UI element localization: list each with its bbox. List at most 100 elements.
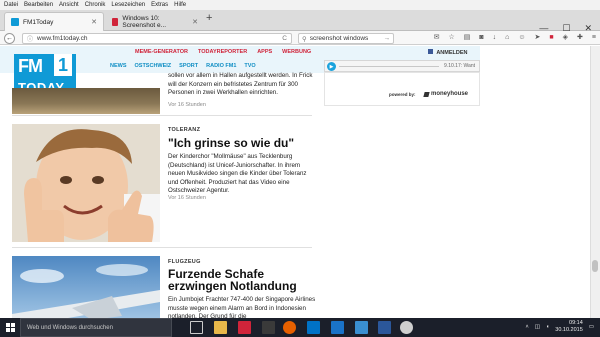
tab-strip: FM1Today ✕ Windows 10: Screenshot e... ✕… (0, 10, 600, 33)
menu-extras[interactable]: Extras (151, 0, 168, 10)
extension-icon[interactable]: ✚ (577, 33, 583, 41)
firefox-icon[interactable] (283, 321, 296, 334)
photos-icon[interactable] (355, 321, 368, 334)
article-image[interactable] (12, 124, 160, 242)
moneyhouse-label: moneyhouse (431, 91, 469, 97)
tab-fm1today[interactable]: FM1Today ✕ (4, 12, 104, 31)
pocket-icon[interactable]: ◙ (479, 34, 483, 41)
article-lead: sollen vor allem in Hallen aufgestellt w… (168, 72, 313, 97)
article-time: Vor 16 Stunden (168, 195, 206, 201)
child-thumbs-up-photo (12, 124, 160, 242)
tab-title: FM1Today (23, 18, 54, 26)
addon-icon[interactable]: ◈ (563, 33, 568, 41)
filezilla-icon[interactable] (238, 321, 251, 334)
nav-news[interactable]: NEWS (110, 63, 127, 69)
navigation-bar: ← ⓘ www.fm1today.ch C ⚲ screenshot windo… (0, 31, 600, 45)
bookmarks-icon[interactable]: ▤ (464, 33, 471, 41)
moneyhouse-mark-icon (423, 91, 430, 97)
tab-windows-screenshot[interactable]: Windows 10: Screenshot e... ✕ (106, 12, 204, 31)
chevron-up-icon[interactable]: ˄ (526, 324, 529, 330)
article-image[interactable] (12, 256, 160, 318)
search-input[interactable]: ⚲ screenshot windows → (298, 33, 394, 44)
clock[interactable]: 09:14 30.10.2015 (555, 320, 583, 334)
article-image[interactable] (12, 88, 160, 114)
start-button[interactable] (0, 318, 20, 337)
reload-icon[interactable]: C (282, 35, 287, 42)
pdf-icon[interactable]: ■ (549, 34, 553, 41)
word-icon[interactable] (378, 321, 391, 334)
nav-sport[interactable]: SPORT (179, 63, 198, 69)
article-lead: Der Kinderchor "Mollmäuse" aus Tecklenbu… (168, 153, 307, 195)
facebook-icon (428, 49, 433, 54)
web-page: MEME-GENERATOR TODAYREPORTER APPS WERBUN… (0, 46, 590, 318)
article-category: TOLERANZ (168, 127, 201, 133)
taskbar-search-input[interactable]: Web und Windows durchsuchen (20, 318, 172, 337)
play-button[interactable]: ▶ (327, 62, 336, 71)
home-icon[interactable]: ⌂ (505, 34, 509, 41)
divider (12, 247, 312, 248)
link-apps[interactable]: APPS (257, 49, 272, 55)
search-value: screenshot windows (309, 35, 369, 42)
powered-by-label: powered by: (389, 92, 416, 97)
system-tray: ˄ ◫ ◖ 09:14 30.10.2015 ▭ (526, 320, 594, 334)
url-text: www.fm1today.ch (37, 35, 88, 42)
task-view-icon[interactable] (190, 321, 203, 334)
sub-navigation: NEWS OSTSCHWEIZ SPORT RADIO FM1 TVO (110, 63, 256, 69)
link-meme-generator[interactable]: MEME-GENERATOR (135, 49, 188, 55)
back-button[interactable]: ← (4, 33, 15, 44)
download-icon[interactable]: ↓ (493, 34, 497, 41)
menu-datei[interactable]: Datei (4, 0, 18, 10)
file-explorer-icon[interactable] (214, 321, 227, 334)
page-scrollbar[interactable] (590, 46, 600, 318)
terminal-icon[interactable] (262, 321, 275, 334)
notifications-icon[interactable]: ▭ (589, 324, 594, 330)
address-bar[interactable]: ⓘ www.fm1today.ch C (22, 33, 292, 44)
link-todayreporter[interactable]: TODAYREPORTER (198, 49, 247, 55)
tab-title: Windows 10: Screenshot e... (122, 14, 167, 29)
player-progress-track (339, 66, 439, 67)
menu-bearbeiten[interactable]: Bearbeiten (24, 0, 53, 10)
logo-one: 1 (54, 54, 72, 76)
network-icon[interactable]: ◫ (535, 324, 540, 330)
menu-icon[interactable]: ≡ (592, 34, 596, 41)
nav-ostschweiz[interactable]: OSTSCHWEIZ (135, 63, 172, 69)
article-headline[interactable]: "Ich grinse so wie du" (168, 137, 318, 149)
volume-icon[interactable]: ◖ (546, 324, 549, 330)
news-favicon-icon (112, 17, 119, 26)
login-link[interactable]: ANMELDEN (428, 49, 468, 56)
windows-taskbar: Web und Windows durchsuchen ˄ ◫ ◖ 09:14 … (0, 318, 600, 337)
top-links: MEME-GENERATOR TODAYREPORTER APPS WERBUN… (135, 49, 311, 55)
send-icon[interactable]: ➤ (535, 33, 541, 41)
login-label: ANMELDEN (436, 50, 468, 56)
menu-hilfe[interactable]: Hilfe (174, 0, 186, 10)
settings-icon[interactable] (400, 321, 413, 334)
globe-icon: ⓘ (27, 37, 34, 43)
article-category: FLUGZEUG (168, 259, 201, 265)
mail-icon[interactable]: ✉ (434, 33, 440, 41)
search-icon: ⚲ (302, 35, 307, 43)
close-icon[interactable]: ✕ (192, 18, 198, 26)
app-icon[interactable] (331, 321, 344, 334)
article-lead: Ein Jumbojet Frachter 747-400 der Singap… (168, 296, 316, 318)
arrow-right-icon[interactable]: → (384, 35, 391, 42)
clock-date: 30.10.2015 (555, 327, 583, 333)
logo-fm: FM (18, 56, 43, 76)
article-headline[interactable]: Furzende Schafe erzwingen Notlandung (168, 268, 318, 292)
scrollbar-thumb[interactable] (592, 260, 598, 272)
airplane-photo (12, 256, 160, 318)
outlook-icon[interactable] (307, 321, 320, 334)
sponsor-box: powered by: moneyhouse (324, 72, 480, 106)
search-placeholder: Web und Windows durchsuchen (27, 324, 113, 331)
menu-lesezeichen[interactable]: Lesezeichen (111, 0, 145, 10)
menu-chronik[interactable]: Chronik (85, 0, 106, 10)
new-tab-button[interactable]: + (206, 12, 212, 24)
nav-tvo[interactable]: TVO (244, 63, 255, 69)
menu-ansicht[interactable]: Ansicht (59, 0, 79, 10)
chat-icon[interactable]: ☺ (518, 34, 525, 41)
star-icon[interactable]: ☆ (449, 33, 455, 41)
nav-radio-fm1[interactable]: RADIO FM1 (206, 63, 236, 69)
menu-bar: Datei Bearbeiten Ansicht Chronik Lesezei… (0, 0, 600, 10)
moneyhouse-logo[interactable]: moneyhouse (423, 91, 469, 97)
close-icon[interactable]: ✕ (91, 18, 97, 26)
link-werbung[interactable]: WERBUNG (282, 49, 311, 55)
